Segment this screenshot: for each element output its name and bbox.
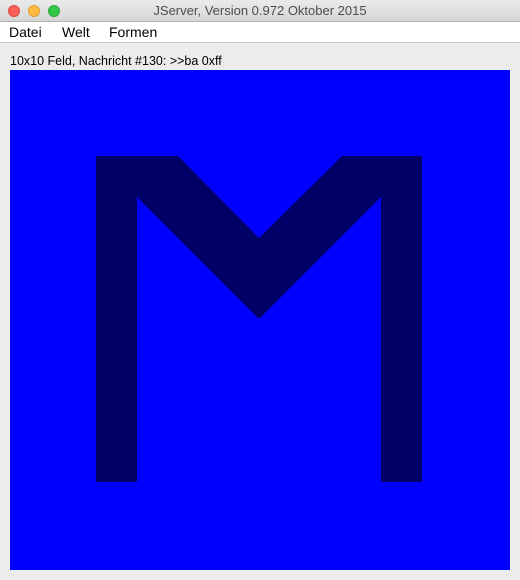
letter-m-shape [96, 156, 422, 482]
status-message: 10x10 Feld, Nachricht #130: >>ba 0xff [10, 54, 222, 68]
board-drawing [96, 156, 422, 482]
title-bar: JServer, Version 0.972 Oktober 2015 [0, 0, 520, 22]
board-canvas[interactable] [10, 70, 510, 570]
window-title: JServer, Version 0.972 Oktober 2015 [153, 3, 367, 18]
menu-formen[interactable]: Formen [109, 24, 157, 40]
menu-welt[interactable]: Welt [62, 24, 90, 40]
menu-bar: Datei Welt Formen [0, 22, 520, 43]
menu-datei[interactable]: Datei [9, 24, 42, 40]
